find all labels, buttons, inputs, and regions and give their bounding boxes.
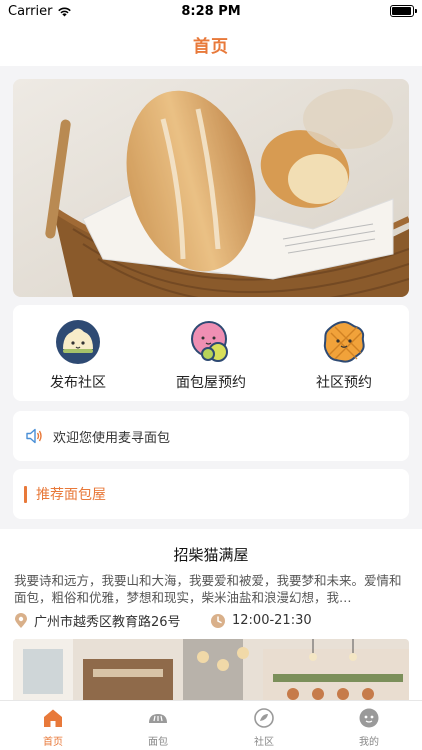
bakery-name: 招柴猫满屋: [173, 546, 249, 564]
bakery-hours: 12:00-21:30: [210, 613, 312, 629]
navigation-bar: 首页: [0, 22, 422, 66]
tab-profile[interactable]: 我的: [339, 707, 399, 748]
community-icon: [254, 708, 274, 728]
profile-icon: [359, 708, 379, 728]
clock-icon: [211, 613, 225, 628]
bakery-card[interactable]: 招柴猫满屋 我要诗和远方，我要山和大海，我要爱和被爱，我要梦和未来。爱情和面包，…: [0, 529, 422, 700]
bakery-address: 广州市越秀区教育路26号: [14, 611, 210, 630]
banner-image[interactable]: [13, 79, 409, 297]
hours-text: 12:00-21:30: [232, 613, 312, 628]
page-title: 首页: [193, 36, 229, 57]
bakery-photo: [13, 639, 409, 700]
bakery-interior-photo: [13, 639, 409, 700]
bakery-reservation-button[interactable]: 面包屋预约: [151, 319, 271, 392]
tab-label: 我的: [359, 737, 379, 748]
entry-label: 面包屋预约: [176, 375, 246, 391]
section-accent-bar: [24, 485, 27, 503]
tab-label: 社区: [254, 737, 274, 748]
tab-bar: 首页 面包 社区 我的: [0, 700, 422, 750]
tab-label: 首页: [43, 737, 63, 748]
steamed-bun-icon: [56, 320, 100, 364]
bread-icon: [149, 714, 167, 723]
home-icon: [44, 709, 62, 727]
location-pin-icon: [15, 612, 27, 628]
bakery-meta: 广州市越秀区教育路26号 12:00-21:30: [14, 611, 408, 630]
speaker-icon: [26, 428, 42, 444]
tab-community[interactable]: 社区: [234, 707, 294, 748]
entry-label: 发布社区: [50, 375, 106, 391]
tab-label: 面包: [148, 737, 168, 748]
waffle-icon: [323, 320, 365, 363]
bread-in-basket-photo: [13, 79, 409, 297]
tab-home[interactable]: 首页: [23, 707, 83, 748]
status-bar: Carrier 8:28 PM: [0, 0, 422, 22]
bakery-description: 我要诗和远方，我要山和大海，我要爱和被爱，我要梦和未来。爱情和面包，粗俗和优雅，…: [14, 573, 402, 605]
notice-bar[interactable]: 欢迎您使用麦寻面包: [13, 411, 409, 461]
section-title: 推荐面包屋: [36, 487, 106, 503]
community-reservation-button[interactable]: 社区预约: [284, 319, 404, 392]
entry-label: 社区预约: [316, 375, 372, 391]
address-text: 广州市越秀区教育路26号: [34, 615, 181, 630]
tab-bread[interactable]: 面包: [128, 707, 188, 748]
mochi-icon: [191, 321, 228, 362]
notice-text: 欢迎您使用麦寻面包: [53, 430, 171, 446]
battery-icon: [390, 5, 417, 17]
status-time: 8:28 PM: [181, 4, 241, 19]
section-header: 推荐面包屋: [13, 469, 409, 519]
quick-entry-card: 发布社区 面包屋预约 社区预约: [13, 305, 409, 401]
publish-community-button[interactable]: 发布社区: [18, 319, 138, 392]
